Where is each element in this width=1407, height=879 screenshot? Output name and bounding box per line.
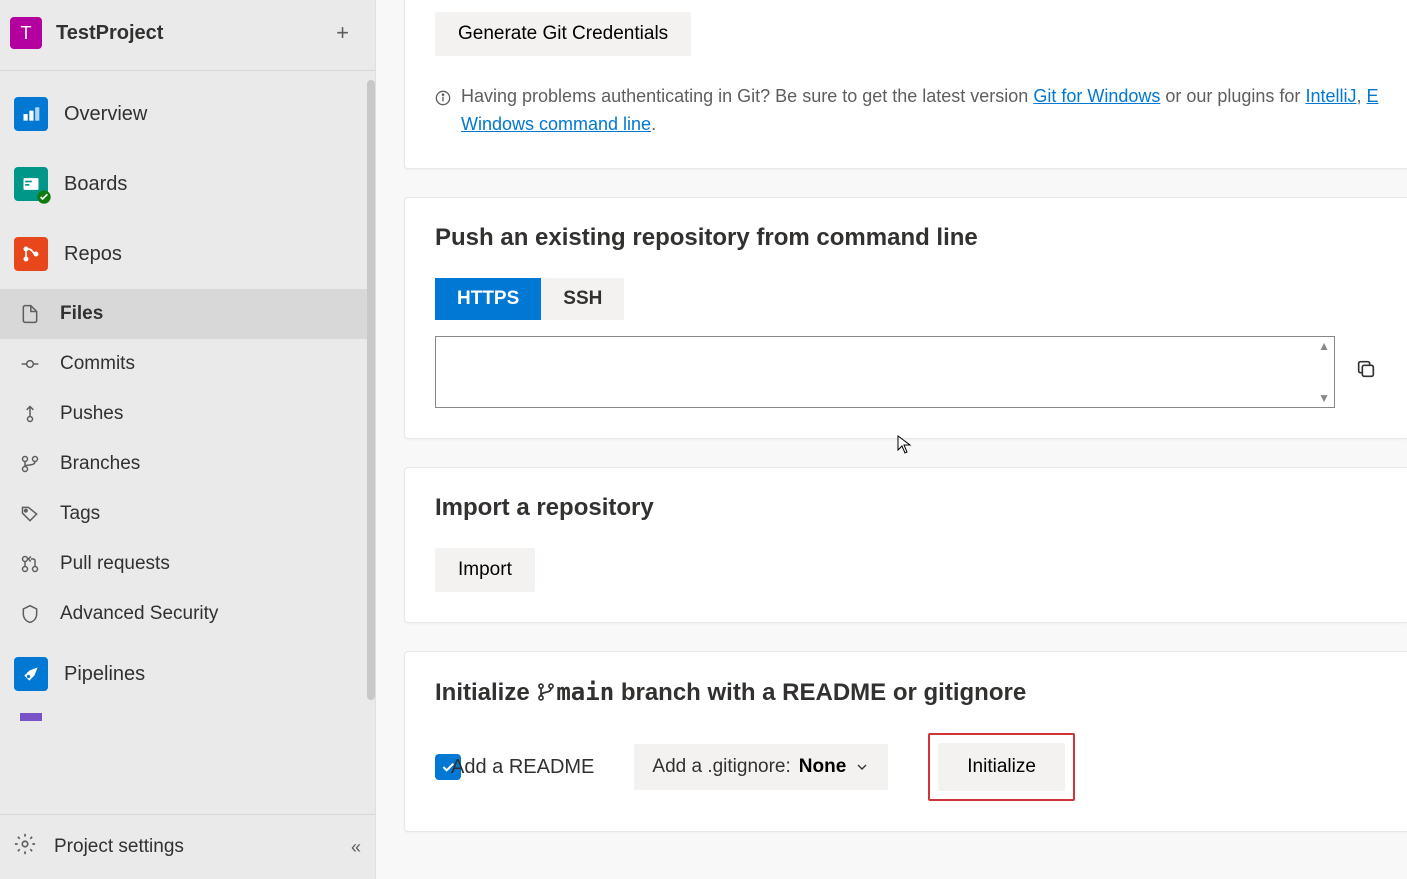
scroll-up-icon[interactable]: ▲: [1318, 339, 1330, 353]
credentials-card: Generate Git Credentials Having problems…: [404, 0, 1407, 169]
collapse-icon[interactable]: «: [351, 837, 361, 858]
scroll-down-icon[interactable]: ▼: [1318, 391, 1330, 405]
link-eclipse[interactable]: E: [1366, 86, 1378, 106]
link-git-for-windows[interactable]: Git for Windows: [1033, 86, 1160, 106]
subnav-branches[interactable]: Branches: [0, 439, 375, 489]
gitignore-dropdown[interactable]: Add a .gitignore: None: [634, 744, 888, 790]
subnav-pushes[interactable]: Pushes: [0, 389, 375, 439]
link-intellij[interactable]: IntelliJ: [1305, 86, 1356, 106]
main-content: Generate Git Credentials Having problems…: [376, 0, 1407, 879]
initialize-card: Initialize main branch with a README or …: [404, 651, 1407, 832]
truncated-icon: [14, 713, 48, 721]
subnav-label: Advanced Security: [60, 603, 218, 625]
dropdown-value: None: [799, 756, 847, 778]
dropdown-label: Add a .gitignore:: [652, 756, 790, 778]
info-text: ,: [1356, 86, 1366, 106]
sidebar-scrollbar[interactable]: [367, 80, 375, 700]
subnav-files[interactable]: Files: [0, 289, 375, 339]
nav-repos[interactable]: Repos: [0, 219, 375, 289]
subnav-label: Pushes: [60, 403, 123, 425]
subnav-advanced-security[interactable]: Advanced Security: [0, 589, 375, 639]
import-card: Import a repository Import: [404, 467, 1407, 623]
subnav-commits[interactable]: Commits: [0, 339, 375, 389]
nav-overview[interactable]: Overview: [0, 79, 375, 149]
gear-icon: [14, 833, 36, 861]
repos-subnav: Files Commits Pushes Branches: [0, 289, 375, 639]
footer-label: Project settings: [54, 836, 184, 858]
file-icon: [18, 304, 42, 324]
add-button[interactable]: +: [328, 16, 357, 50]
pull-request-icon: [18, 554, 42, 574]
copy-icon[interactable]: [1355, 358, 1407, 386]
subnav-label: Branches: [60, 453, 140, 475]
generate-credentials-button[interactable]: Generate Git Credentials: [435, 12, 691, 56]
branch-name: main: [556, 678, 614, 706]
overview-icon: [14, 97, 48, 131]
nav-label: Boards: [64, 173, 127, 196]
subnav-label: Pull requests: [60, 553, 170, 575]
project-avatar[interactable]: T: [10, 17, 42, 49]
branch-icon: [18, 454, 42, 474]
import-button[interactable]: Import: [435, 548, 535, 592]
branch-icon: [536, 682, 556, 702]
heading-suffix: branch with a README or gitignore: [614, 679, 1026, 706]
project-name[interactable]: TestProject: [56, 22, 328, 45]
chevron-down-icon: [854, 759, 870, 775]
nav-pipelines[interactable]: Pipelines: [0, 639, 375, 709]
info-text: Having problems authenticating in Git? B…: [461, 86, 1033, 106]
nav-label: Pipelines: [64, 663, 145, 686]
info-text: or our plugins for: [1160, 86, 1305, 106]
subnav-pull-requests[interactable]: Pull requests: [0, 539, 375, 589]
tab-https[interactable]: HTTPS: [435, 278, 541, 320]
initialize-button[interactable]: Initialize: [938, 743, 1065, 791]
subnav-label: Tags: [60, 503, 100, 525]
initialize-heading: Initialize main branch with a README or …: [435, 678, 1407, 707]
nav-label: Overview: [64, 103, 147, 126]
import-heading: Import a repository: [435, 494, 1407, 522]
info-icon: [435, 86, 451, 114]
subnav-tags[interactable]: Tags: [0, 489, 375, 539]
heading-prefix: Initialize: [435, 679, 536, 706]
subnav-label: Commits: [60, 353, 135, 375]
nav-label: Repos: [64, 243, 122, 266]
repos-icon: [14, 237, 48, 271]
push-icon: [18, 404, 42, 424]
shield-icon: [18, 604, 42, 624]
push-card: Push an existing repository from command…: [404, 197, 1407, 439]
sidebar: T TestProject + Overview Boards Repos: [0, 0, 376, 879]
project-header: T TestProject +: [0, 0, 375, 71]
protocol-tabs: HTTPS SSH: [435, 278, 1407, 320]
pipelines-icon: [14, 657, 48, 691]
nav-truncated[interactable]: [0, 709, 375, 721]
nav-boards[interactable]: Boards: [0, 149, 375, 219]
push-heading: Push an existing repository from command…: [435, 224, 1407, 252]
tag-icon: [18, 504, 42, 524]
initialize-highlight: Initialize: [928, 733, 1075, 801]
tab-ssh[interactable]: SSH: [541, 278, 624, 320]
link-windows-command-line[interactable]: Windows command line: [461, 114, 651, 134]
project-settings[interactable]: Project settings «: [0, 815, 375, 879]
add-readme-label: Add a README: [451, 756, 594, 779]
commit-icon: [18, 354, 42, 374]
push-commands-textarea[interactable]: ▲ ▼: [435, 336, 1335, 408]
sidebar-footer: Project settings «: [0, 814, 375, 879]
subnav-label: Files: [60, 303, 103, 325]
boards-icon: [14, 167, 48, 201]
credentials-info: Having problems authenticating in Git? B…: [435, 82, 1407, 138]
info-text: .: [651, 114, 656, 134]
